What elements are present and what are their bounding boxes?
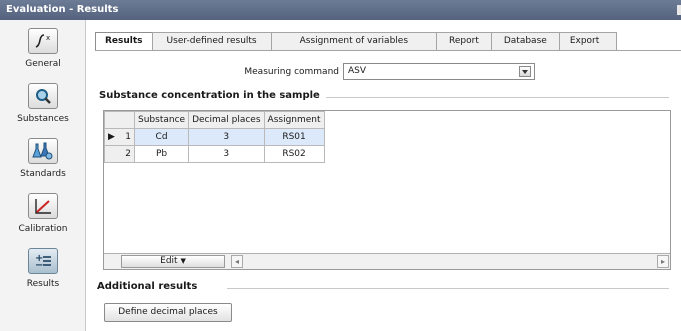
plus-minus-list-icon: + −: [28, 248, 58, 274]
cell-substance[interactable]: Pb: [133, 145, 190, 163]
cell-substance[interactable]: Cd: [133, 128, 190, 146]
sidebar-item-label: Calibration: [18, 224, 68, 234]
tab-bar: Results User-defined results Assignment …: [95, 32, 617, 51]
cell-assignment[interactable]: RS02: [263, 145, 325, 163]
flasks-icon: [28, 138, 58, 164]
tab-report[interactable]: Report: [436, 32, 492, 50]
substance-table: Substance Decimal places Assignment ▶ 1 …: [104, 111, 325, 163]
section-divider: [313, 97, 669, 98]
edit-menu-button[interactable]: Edit ▼: [121, 255, 225, 268]
sidebar: x General Substances Standards Calibrati…: [0, 20, 86, 331]
svg-text:−: −: [35, 260, 43, 270]
window-titlebar: Evaluation - Results: [0, 0, 681, 20]
sidebar-item-substances[interactable]: Substances: [0, 83, 86, 124]
window-corner: [677, 5, 681, 15]
row-number[interactable]: 2: [104, 145, 135, 163]
dropdown-arrow-icon: ▼: [180, 257, 186, 265]
row-pointer-icon: ▶: [108, 132, 115, 142]
measuring-command-value: ASV: [348, 66, 367, 76]
row-number[interactable]: ▶ 1: [104, 128, 135, 146]
measuring-command-select[interactable]: ASV: [343, 63, 535, 80]
sidebar-item-label: General: [25, 59, 61, 69]
cell-decimal-places[interactable]: 3: [188, 145, 265, 163]
section-divider: [227, 288, 669, 289]
calibration-curve-icon: [28, 193, 58, 219]
table-row[interactable]: ▶ 1 Cd 3 RS01: [104, 128, 325, 146]
tab-user-defined-results[interactable]: User-defined results: [151, 32, 272, 50]
tab-assignment-of-variables[interactable]: Assignment of variables: [270, 32, 438, 50]
window-title: Evaluation - Results: [6, 4, 119, 15]
magnifier-icon: [28, 83, 58, 109]
substance-section-title: Substance concentration in the sample: [99, 90, 326, 101]
sidebar-item-calibration[interactable]: Calibration: [0, 193, 86, 234]
substance-grid: Substance Decimal places Assignment ▶ 1 …: [103, 110, 671, 270]
svg-text:x: x: [46, 34, 50, 42]
row-header-corner: [104, 111, 135, 129]
chevron-down-icon[interactable]: [519, 66, 531, 77]
sidebar-item-label: Results: [26, 279, 60, 289]
tab-database[interactable]: Database: [490, 32, 560, 50]
additional-section-title: Additional results: [97, 281, 204, 292]
sidebar-item-label: Substances: [17, 114, 69, 124]
sidebar-item-results[interactable]: + − Results: [0, 248, 86, 289]
measuring-command-label: Measuring command: [244, 67, 339, 77]
sidebar-item-label: Standards: [20, 169, 66, 179]
edit-label: Edit: [160, 256, 178, 266]
sidebar-item-general[interactable]: x General: [0, 28, 86, 69]
horizontal-scrollbar[interactable]: Edit ▼ ◂ ▸: [104, 253, 670, 269]
cell-decimal-places[interactable]: 3: [188, 128, 265, 146]
tab-export[interactable]: Export: [558, 32, 617, 50]
table-row[interactable]: 2 Pb 3 RS02: [104, 145, 325, 163]
column-header-decimal-places[interactable]: Decimal places: [188, 111, 265, 129]
function-graph-icon: x: [28, 28, 58, 54]
scroll-left-icon[interactable]: ◂: [231, 255, 243, 268]
define-decimal-places-button[interactable]: Define decimal places: [104, 303, 232, 322]
tab-divider: [95, 50, 681, 51]
tab-results[interactable]: Results: [95, 32, 153, 51]
scroll-right-icon[interactable]: ▸: [657, 255, 669, 268]
column-header-substance[interactable]: Substance: [133, 111, 190, 129]
sidebar-item-standards[interactable]: Standards: [0, 138, 86, 179]
column-header-assignment[interactable]: Assignment: [263, 111, 325, 129]
cell-assignment[interactable]: RS01: [263, 128, 325, 146]
main-panel: Results User-defined results Assignment …: [87, 20, 681, 331]
